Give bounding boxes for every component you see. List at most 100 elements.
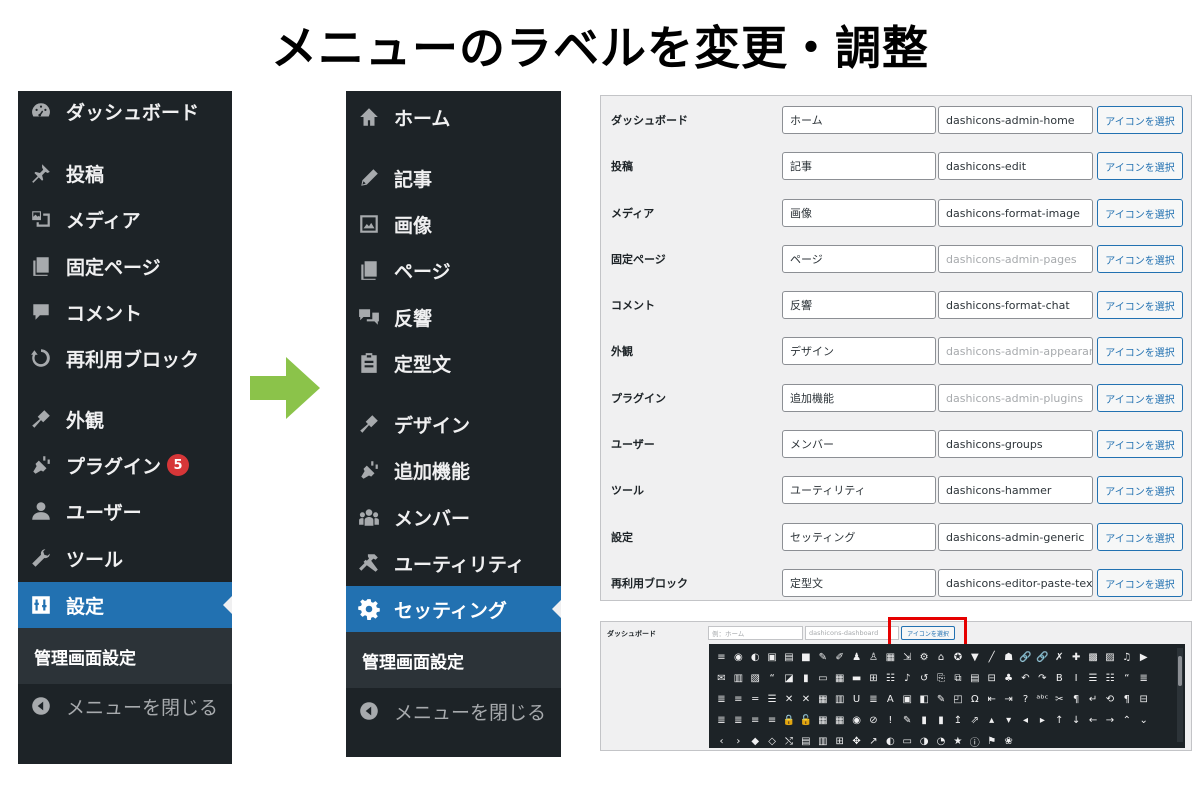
select-icon-button[interactable]: アイコンを選択 [1097,384,1183,412]
dashicon-option[interactable]: ◉ [730,647,747,668]
dashicon-option[interactable]: ↵ [1085,689,1102,710]
dashicon-option[interactable]: Ω [966,689,983,710]
dashicon-option[interactable]: ☷ [882,668,899,689]
select-icon-button[interactable]: アイコンを選択 [1097,476,1183,504]
dashicon-option[interactable]: ≣ [713,710,730,731]
dashicon-option[interactable]: ▣ [899,689,916,710]
label-input[interactable]: 画像 [782,199,936,227]
dashicon-option[interactable]: ☗ [1000,647,1017,668]
dashicon-option[interactable]: ✕ [797,689,814,710]
dashicon-option[interactable]: ≡ [747,710,764,731]
icon-class-input[interactable]: dashicons-dashboard [805,626,899,640]
dashicon-option[interactable]: ↺ [916,668,933,689]
dashicon-option[interactable]: ⎘ [933,668,950,689]
dashicon-option[interactable]: “ [764,668,781,689]
label-input[interactable]: セッティング [782,523,936,551]
menu-item-templates[interactable]: 定型文 [346,343,561,383]
dashicon-option[interactable]: A [882,689,899,710]
dashicon-option[interactable]: ▬ [848,668,865,689]
dashicon-option[interactable]: 🔒 [781,710,798,731]
dashicon-option[interactable]: ⚑ [983,731,1000,752]
dashicon-option[interactable]: ◐ [747,647,764,668]
dashicon-option[interactable]: ↷ [1034,668,1051,689]
menu-item-responses[interactable]: 反響 [346,297,561,337]
icon-class-input[interactable]: dashicons-editor-paste-text [938,569,1093,597]
dashicon-option[interactable]: ♫ [1118,647,1135,668]
menu-item-settings[interactable]: 設定 [18,582,232,628]
menu-item-add-ons[interactable]: 追加機能 [346,450,561,490]
dashicon-option[interactable]: ▮ [933,710,950,731]
dashicon-option[interactable]: ✎ [933,689,950,710]
dashicon-option[interactable]: 🔓 [797,710,814,731]
dashicon-option[interactable]: ¶ [1118,689,1135,710]
dashicon-option[interactable]: ❀ [1000,731,1017,752]
dashicon-option[interactable]: ≣ [713,689,730,710]
select-icon-button[interactable]: アイコンを選択 [1097,152,1183,180]
dashicon-option[interactable]: ▩ [1085,647,1102,668]
menu-item-dashboard[interactable]: ダッシュボード [18,91,232,131]
scrollbar[interactable] [1177,648,1183,742]
dashicon-option[interactable]: “ [1118,668,1135,689]
dashicon-option[interactable]: ▤ [966,668,983,689]
dashicon-option[interactable]: ≣ [730,710,747,731]
dashicon-option[interactable]: ↓ [1068,710,1085,731]
dashicon-option[interactable]: ! [882,710,899,731]
dashicon-option[interactable]: ◂ [1017,710,1034,731]
scrollbar-thumb[interactable] [1178,656,1182,686]
menu-item-comments[interactable]: コメント [18,292,232,332]
dashicon-option[interactable]: ◐ [882,731,899,752]
dashicon-option[interactable]: ↥ [949,710,966,731]
menu-item-appearance[interactable]: 外観 [18,399,232,439]
dashicon-option[interactable]: ◔ [933,731,950,752]
dashicon-option[interactable]: ▧ [747,668,764,689]
dashicon-option[interactable]: ᵃᵇᶜ [1034,689,1051,710]
dashicon-option[interactable]: ⊘ [865,710,882,731]
menu-item-tools[interactable]: ツール [18,538,232,578]
dashicon-option[interactable]: ▨ [1101,647,1118,668]
dashicon-option[interactable]: ≡ [713,647,730,668]
menu-item-home[interactable]: ホーム [346,97,561,137]
menu-item-settings[interactable]: セッティング [346,586,561,632]
dashicon-option[interactable]: ■ [797,647,814,668]
dashicon-option[interactable]: ▮ [797,668,814,689]
dashicon-option[interactable]: ≡ [764,710,781,731]
dashicon-option[interactable]: ◉ [848,710,865,731]
dashicon-option[interactable]: › [730,731,747,752]
menu-item-users[interactable]: ユーザー [18,491,232,531]
dashicon-option[interactable]: ≣ [865,689,882,710]
dashicon-option[interactable]: ✕ [781,689,798,710]
menu-item-pages[interactable]: ページ [346,250,561,290]
dashicon-option[interactable]: ◑ [916,731,933,752]
icon-class-input[interactable]: dashicons-admin-home [938,106,1093,134]
dashicon-option[interactable]: ↑ [1051,710,1068,731]
dashicon-option[interactable]: ◰ [949,689,966,710]
dashicon-option[interactable]: ≡ [730,689,747,710]
dashicon-option[interactable]: ≣ [1135,668,1152,689]
dashicon-option[interactable]: ↗ [865,731,882,752]
menu-item-pages[interactable]: 固定ページ [18,246,232,286]
dashicon-option[interactable]: ✎ [814,647,831,668]
menu-item-reusable-blocks[interactable]: 再利用ブロック [18,338,232,378]
dashicon-option[interactable]: ▤ [797,731,814,752]
dashicon-option[interactable]: 🔗 [1034,647,1051,668]
dashicon-option[interactable]: ✗ [1051,647,1068,668]
label-input[interactable]: メンバー [782,430,936,458]
dashicon-option[interactable]: ✪ [949,647,966,668]
dashicon-option[interactable]: ☷ [1101,668,1118,689]
icon-class-input[interactable]: dashicons-admin-plugins [938,384,1093,412]
dashicon-option[interactable]: ⧉ [949,668,966,689]
dashicon-option[interactable]: ✂ [1051,689,1068,710]
dashicon-option[interactable]: ▥ [814,731,831,752]
dashicon-option[interactable]: ▥ [730,668,747,689]
dashicon-option[interactable]: ✉ [713,668,730,689]
label-input[interactable]: 例：ホーム [708,626,803,640]
menu-item-images[interactable]: 画像 [346,204,561,244]
dashicon-option[interactable]: ‹ [713,731,730,752]
select-icon-button[interactable]: アイコンを選択 [1097,569,1183,597]
label-input[interactable]: 追加機能 [782,384,936,412]
label-input[interactable]: 記事 [782,152,936,180]
dashicon-option[interactable]: ▣ [764,647,781,668]
dashicon-option[interactable]: ▦ [882,647,899,668]
select-icon-button[interactable]: アイコンを選択 [1097,106,1183,134]
dashicon-option[interactable]: ⇥ [1000,689,1017,710]
